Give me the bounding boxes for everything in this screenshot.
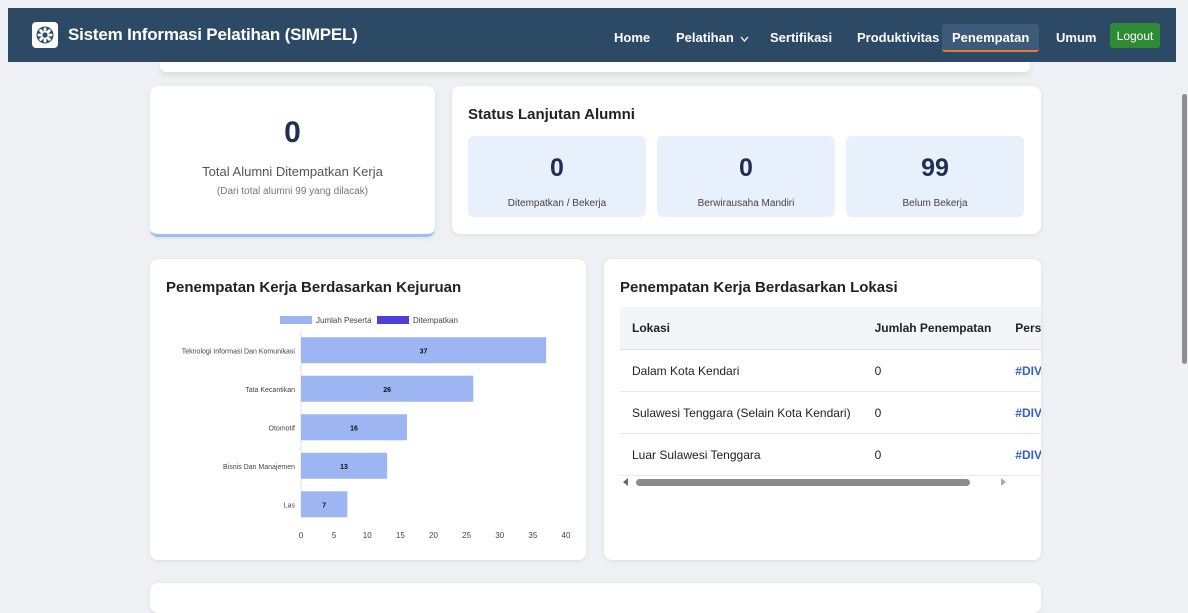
x-tick-label: 20 [429, 531, 438, 540]
legend-label-jumlah-peserta: Jumlah Peserta [316, 316, 372, 325]
total-alumni-sublabel: (Dari total alumni 99 yang dilacak) [216, 186, 369, 197]
bar-data-label: 26 [383, 387, 391, 394]
simpel-logo-icon[interactable] [32, 22, 58, 48]
status-ditempatkan-box: 0 Ditempatkan / Bekerja [468, 136, 646, 217]
table-row: Dalam Kota Kendari 0 #DIV [620, 349, 1041, 392]
category-tick-label: Tata Kecantikan [245, 387, 295, 394]
top-navbar: Sistem Informasi Pelatihan (SIMPEL) Home… [8, 8, 1176, 62]
cell-lokasi: Dalam Kota Kendari [620, 349, 863, 392]
kejuruan-bar-chart: Jumlah Peserta Ditempatkan 37 Teknologi Inf… [182, 316, 571, 540]
cell-persentase: #DIV [1003, 349, 1041, 392]
x-tick-label: 30 [495, 531, 504, 540]
col-header-lokasi[interactable]: Lokasi [620, 307, 863, 350]
col-header-jumlah[interactable]: Jumlah Penempatan [862, 307, 1004, 350]
next-section-card [150, 583, 1041, 613]
bar-data-label: 37 [420, 348, 428, 355]
status-wirausaha-value: 0 [739, 154, 753, 182]
cell-jumlah: 0 [862, 433, 1004, 476]
nav-pelatihan[interactable]: Pelatihan [666, 24, 759, 51]
nav-umum[interactable]: Umum [1046, 24, 1106, 51]
app-brand-title[interactable]: Sistem Informasi Pelatihan (SIMPEL) [68, 25, 358, 45]
x-tick-label: 0 [299, 531, 304, 540]
nav-penempatan[interactable]: Penempatan [942, 24, 1040, 52]
legend-swatch-ditempatkan [377, 316, 409, 324]
table-row: Luar Sulawesi Tenggara 0 #DIV [620, 433, 1041, 476]
chevron-down-icon [740, 36, 749, 42]
status-ditempatkan-value: 0 [550, 154, 564, 182]
nav-pelatihan-label: Pelatihan [676, 30, 734, 45]
nav-produktivitas[interactable]: Produktivitas [847, 24, 949, 51]
status-wirausaha-label: Berwirausaha Mandiri [697, 198, 795, 209]
status-belum-bekerja-box: 99 Belum Bekerja [846, 136, 1024, 217]
cell-jumlah: 0 [862, 349, 1004, 392]
x-tick-label: 40 [562, 531, 571, 540]
status-wirausaha-box: 0 Berwirausaha Mandiri [657, 136, 835, 217]
total-alumni-count: 0 [284, 116, 301, 149]
x-tick-label: 35 [528, 531, 537, 540]
legend-label-ditempatkan: Ditempatkan [413, 316, 458, 325]
cell-jumlah: 0 [862, 391, 1004, 434]
x-tick-label: 25 [462, 531, 471, 540]
lokasi-table: Lokasi Jumlah Penempatan Pers Dalam Kota… [620, 307, 1041, 476]
total-alumni-label: Total Alumni Ditempatkan Kerja [202, 164, 383, 179]
lokasi-table-header-row: Lokasi Jumlah Penempatan Pers [620, 307, 1041, 350]
table-horizontal-scrollbar[interactable] [620, 477, 1024, 487]
kejuruan-chart-card: Penempatan Kerja Berdasarkan Kejuruan Ju… [150, 259, 586, 560]
x-tick-label: 15 [396, 531, 405, 540]
nav-sertifikasi[interactable]: Sertifikasi [760, 24, 842, 51]
category-tick-label: Bisnis Dan Manajemen [223, 464, 295, 471]
nav-home[interactable]: Home [604, 24, 660, 51]
status-lanjutan-card: Status Lanjutan Alumni 0 Ditempatkan / B… [452, 86, 1041, 234]
col-header-persentase[interactable]: Pers [1003, 307, 1041, 350]
x-tick-label: 5 [332, 531, 337, 540]
category-tick-label: Teknologi Informasi Dan Komunikasi [182, 348, 296, 355]
x-tick-label: 10 [363, 531, 372, 540]
cell-lokasi: Luar Sulawesi Tenggara [620, 433, 863, 476]
scrollbar-thumb[interactable] [636, 479, 970, 486]
page-scrollbar-thumb[interactable] [1182, 94, 1187, 364]
status-belum-bekerja-label: Belum Bekerja [902, 198, 968, 209]
bar-data-label: 7 [322, 502, 326, 509]
logout-button[interactable]: Logout [1110, 23, 1160, 48]
category-tick-label: Las [284, 502, 296, 509]
lokasi-table-card: Penempatan Kerja Berdasarkan Lokasi Loka… [604, 259, 1041, 560]
cell-persentase: #DIV [1003, 433, 1041, 476]
total-alumni-card: 0 Total Alumni Ditempatkan Kerja (Dari t… [150, 86, 435, 237]
previous-section-edge [160, 62, 1030, 72]
legend-swatch-jumlah-peserta [280, 316, 312, 324]
status-lanjutan-title: Status Lanjutan Alumni [468, 106, 635, 123]
bar-data-label: 16 [350, 425, 358, 432]
scroll-left-arrow-icon[interactable] [622, 477, 630, 487]
cell-persentase: #DIV [1003, 391, 1041, 434]
status-ditempatkan-label: Ditempatkan / Bekerja [507, 198, 607, 209]
lokasi-table-title: Penempatan Kerja Berdasarkan Lokasi [620, 279, 898, 296]
page-vertical-scrollbar[interactable] [1180, 66, 1188, 592]
bar-data-label: 13 [340, 464, 348, 471]
status-belum-bekerja-value: 99 [921, 154, 949, 182]
table-row: Sulawesi Tenggara (Selain Kota Kendari) … [620, 391, 1041, 434]
category-tick-label: Otomotif [269, 425, 296, 432]
cell-lokasi: Sulawesi Tenggara (Selain Kota Kendari) [620, 391, 863, 434]
scroll-right-arrow-icon[interactable] [999, 477, 1007, 487]
